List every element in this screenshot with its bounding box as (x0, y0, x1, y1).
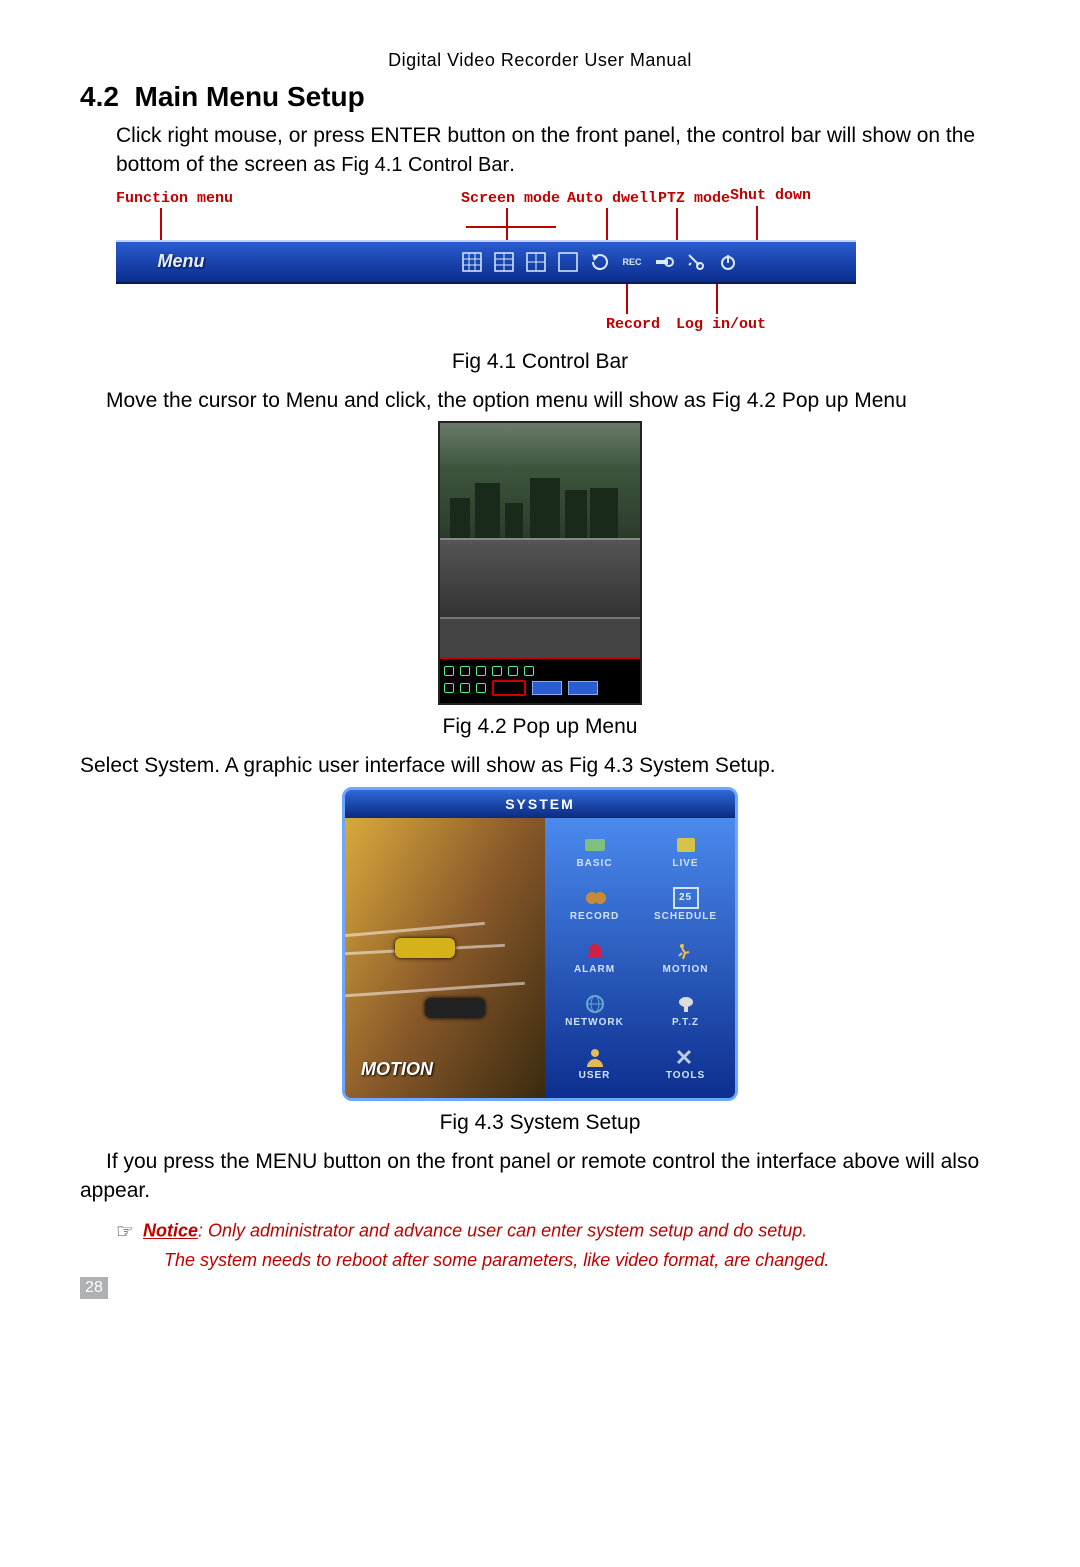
intro-paragraph: Click right mouse, or press ENTER button… (116, 121, 1000, 180)
control-bar-icons: REC (461, 251, 739, 273)
system-item-ptz[interactable]: P.T.Z (642, 985, 729, 1036)
record-icon[interactable]: REC (621, 251, 643, 273)
fig-4-1-caption: Fig 4.1 Control Bar (80, 350, 1000, 374)
control-bar: Menu REC (116, 240, 856, 284)
grid-3x3-icon[interactable] (461, 251, 483, 273)
system-item-record[interactable]: RECORD (551, 879, 638, 930)
user-icon (582, 1046, 608, 1068)
notice-label: Notice (143, 1221, 198, 1241)
system-item-tools[interactable]: TOOLS (642, 1038, 729, 1089)
system-item-user[interactable]: USER (551, 1038, 638, 1089)
network-icon (582, 993, 608, 1015)
stem (716, 284, 718, 314)
page-header: Digital Video Recorder User Manual (80, 50, 1000, 71)
fig-4-2-caption: Fig 4.2 Pop up Menu (80, 715, 1000, 739)
system-left-image: MOTION (345, 818, 545, 1098)
alarm-icon (582, 940, 608, 962)
label-shut-down: Shut down (730, 187, 811, 204)
figure-control-bar: Function menu Screen mode Auto dwell PTZ… (116, 190, 856, 340)
paragraph-2: Move the cursor to Menu and click, the o… (80, 386, 1000, 415)
system-title: SYSTEM (345, 790, 735, 818)
system-item-alarm[interactable]: ALARM (551, 932, 638, 983)
login-icon[interactable] (685, 251, 707, 273)
paragraph-4: If you press the MENU button on the fron… (80, 1147, 1000, 1206)
single-view-icon[interactable] (557, 251, 579, 273)
system-item-basic[interactable]: BASIC (551, 826, 638, 877)
label-record: Record (606, 316, 660, 333)
section-heading: 4.2 Main Menu Setup (80, 81, 1000, 113)
grid-2x2-icon[interactable] (525, 251, 547, 273)
auto-dwell-icon[interactable] (589, 251, 611, 273)
system-item-network[interactable]: NETWORK (551, 985, 638, 1036)
figure-popup-menu (438, 421, 642, 705)
ptz-menu-icon (673, 993, 699, 1015)
popup-sky (440, 423, 640, 538)
stem (506, 208, 508, 240)
notice-block: ☞ Notice: Only administrator and advance… (116, 1219, 1000, 1271)
popup-road2 (440, 617, 640, 657)
section-number: 4.2 (80, 81, 119, 112)
label-function-menu: Function menu (116, 190, 233, 207)
stem (626, 284, 628, 314)
power-icon[interactable] (717, 251, 739, 273)
hand-icon: ☞ (116, 1219, 134, 1244)
grid-2x3-icon[interactable] (493, 251, 515, 273)
stem (676, 208, 678, 240)
live-icon (673, 834, 699, 856)
popup-road (440, 538, 640, 617)
paragraph-3: Select System. A graphic user interface … (80, 751, 1000, 780)
motion-label: MOTION (361, 1059, 433, 1080)
popup-menu-strip (440, 657, 640, 703)
fig-4-3-caption: Fig 4.3 System Setup (80, 1111, 1000, 1135)
notice-line-2: The system needs to reboot after some pa… (164, 1250, 1000, 1271)
page: Digital Video Recorder User Manual 4.2 M… (0, 0, 1080, 1317)
section-title-text: Main Menu Setup (135, 81, 365, 112)
label-screen-mode: Screen mode (461, 190, 560, 207)
system-menu-grid: BASIC LIVE RECORD 25SCHEDULE ALARM MOTIO… (545, 818, 735, 1098)
schedule-icon: 25 (673, 887, 699, 909)
stem (606, 208, 608, 240)
figure-system-setup: SYSTEM MOTION BASIC LIVE RECORD 25SCHEDU… (342, 787, 738, 1101)
ptz-icon[interactable] (653, 251, 675, 273)
basic-icon (582, 834, 608, 856)
system-item-motion[interactable]: MOTION (642, 932, 729, 983)
stem-h (466, 226, 556, 228)
record-menu-icon (582, 887, 608, 909)
label-ptz-mode: PTZ mode (658, 190, 730, 207)
tools-icon (673, 1046, 699, 1068)
label-auto-dwell: Auto dwell (567, 190, 657, 207)
stem (160, 208, 162, 240)
notice-line-1: ☞ Notice: Only administrator and advance… (116, 1219, 1000, 1244)
motion-icon (673, 940, 699, 962)
page-number: 28 (80, 1277, 108, 1299)
label-log-in-out: Log in/out (676, 316, 766, 333)
system-item-live[interactable]: LIVE (642, 826, 729, 877)
menu-button[interactable]: Menu (116, 251, 246, 272)
system-item-schedule[interactable]: 25SCHEDULE (642, 879, 729, 930)
stem (756, 206, 758, 240)
